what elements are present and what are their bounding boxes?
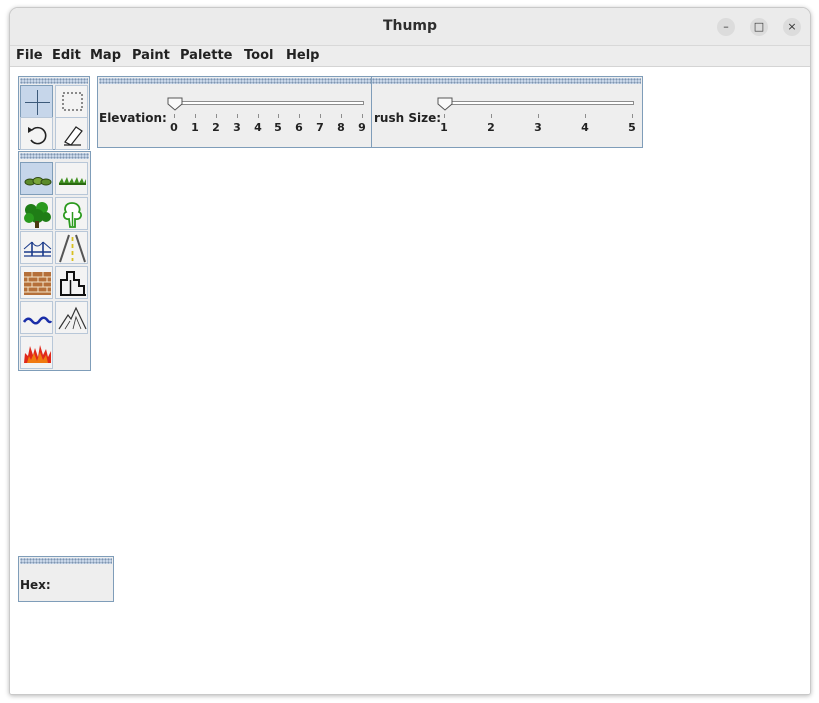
undo-icon (28, 126, 47, 145)
elevation-tick-label: 6 (295, 121, 303, 134)
maximize-button[interactable]: □ (750, 18, 768, 36)
brush-size-tick (632, 114, 633, 118)
grass-tile-button[interactable] (55, 162, 88, 195)
slider-palette: Elevation: 0123456789 rush Size: 12345 (97, 76, 643, 148)
shrub-icon (24, 177, 52, 186)
tool-palette-grip[interactable] (20, 78, 88, 84)
terrain-palette (18, 151, 91, 371)
menu-map[interactable]: Map (90, 48, 121, 63)
tree-icon (62, 202, 82, 228)
window-title: Thump (382, 18, 438, 34)
elevation-tick (174, 114, 175, 118)
minimize-icon: – (723, 20, 729, 33)
elevation-tick-label: 8 (337, 121, 345, 134)
elevation-label: Elevation: (99, 111, 167, 125)
elevation-tick-label: 4 (254, 121, 262, 134)
elevation-slider-thumb[interactable] (167, 97, 183, 111)
brush-size-tick (491, 114, 492, 118)
brush-size-tick (444, 114, 445, 118)
elevation-tick-label: 2 (212, 121, 220, 134)
elevation-tick-label: 7 (316, 121, 324, 134)
hex-palette-grip[interactable] (20, 558, 112, 564)
brush-size-tick-label: 3 (534, 121, 542, 134)
menu-help[interactable]: Help (286, 48, 319, 63)
select-rectangle-icon (62, 92, 83, 111)
brush-size-tick-label: 5 (628, 121, 636, 134)
app-window: Thump – □ × File Edit Map Paint Palette … (9, 7, 811, 695)
brush-size-label: rush Size: (374, 111, 442, 125)
close-icon: × (787, 20, 797, 33)
elevation-tick (278, 114, 279, 118)
elevation-tick-label: 5 (274, 121, 282, 134)
grass-icon (59, 177, 86, 185)
elevation-tick-label: 0 (170, 121, 178, 134)
menu-palette[interactable]: Palette (180, 48, 232, 63)
fire-icon (24, 345, 51, 363)
elevation-tick-label: 1 (191, 121, 199, 134)
tree-tile-button[interactable] (55, 197, 88, 230)
elevation-tick (320, 114, 321, 118)
menu-bar: File Edit Map Paint Palette Tool Help (10, 46, 810, 67)
brush-size-slider-thumb[interactable] (437, 97, 453, 111)
menu-tool[interactable]: Tool (244, 48, 273, 63)
menu-file[interactable]: File (16, 48, 43, 63)
road-icon (59, 234, 86, 263)
elevation-tick (216, 114, 217, 118)
title-bar[interactable]: Thump – □ × (10, 8, 810, 46)
elevation-tick (195, 114, 196, 118)
elevation-slider-track (172, 101, 364, 105)
eraser-icon (64, 126, 83, 146)
bridge-tile-button[interactable] (20, 231, 53, 264)
elevation-tick (362, 114, 363, 118)
close-button[interactable]: × (783, 18, 801, 36)
hex-palette: Hex: (18, 556, 114, 602)
brush-size-tick (538, 114, 539, 118)
mountain-tile-button[interactable] (55, 301, 88, 334)
forest-tile-button[interactable] (20, 197, 53, 230)
select-rectangle-tool-button[interactable] (55, 85, 88, 118)
forest-icon (24, 202, 51, 228)
brush-size-tick-label: 4 (581, 121, 589, 134)
undo-tool-button[interactable] (20, 117, 53, 150)
elevation-tick-label: 3 (233, 121, 241, 134)
menu-paint[interactable]: Paint (132, 48, 170, 63)
shrub-tile-button[interactable] (20, 162, 53, 195)
road-tile-button[interactable] (55, 231, 88, 264)
brush-size-tick-label: 2 (487, 121, 495, 134)
tool-palette (18, 76, 90, 150)
map-canvas[interactable]: Elevation: 0123456789 rush Size: 12345 H… (10, 67, 810, 694)
elevation-tick (341, 114, 342, 118)
terrain-palette-grip[interactable] (20, 153, 89, 159)
elevation-tick-label: 9 (358, 121, 366, 134)
bridge-icon (23, 241, 52, 257)
slider-palette-grip[interactable] (99, 78, 641, 84)
water-icon (22, 316, 53, 325)
maximize-icon: □ (753, 20, 765, 33)
crosshair-tool-button[interactable] (20, 85, 53, 118)
minimize-button[interactable]: – (717, 18, 735, 36)
elevation-tick (299, 114, 300, 118)
crosshair-icon (25, 90, 50, 115)
building-tile-button[interactable] (55, 266, 88, 299)
brush-size-slider-track (442, 101, 634, 105)
hex-label: Hex: (20, 578, 51, 592)
brick-wall-tile-button[interactable] (20, 266, 53, 299)
water-tile-button[interactable] (20, 301, 53, 334)
brush-size-tick-label: 1 (440, 121, 448, 134)
mountain-icon (58, 306, 87, 330)
fire-tile-button[interactable] (20, 336, 53, 369)
building-icon (60, 271, 86, 296)
brick-wall-icon (24, 272, 51, 295)
elevation-tick (237, 114, 238, 118)
brush-size-tick (585, 114, 586, 118)
menu-edit[interactable]: Edit (52, 48, 81, 63)
eraser-tool-button[interactable] (55, 117, 88, 150)
elevation-tick (258, 114, 259, 118)
